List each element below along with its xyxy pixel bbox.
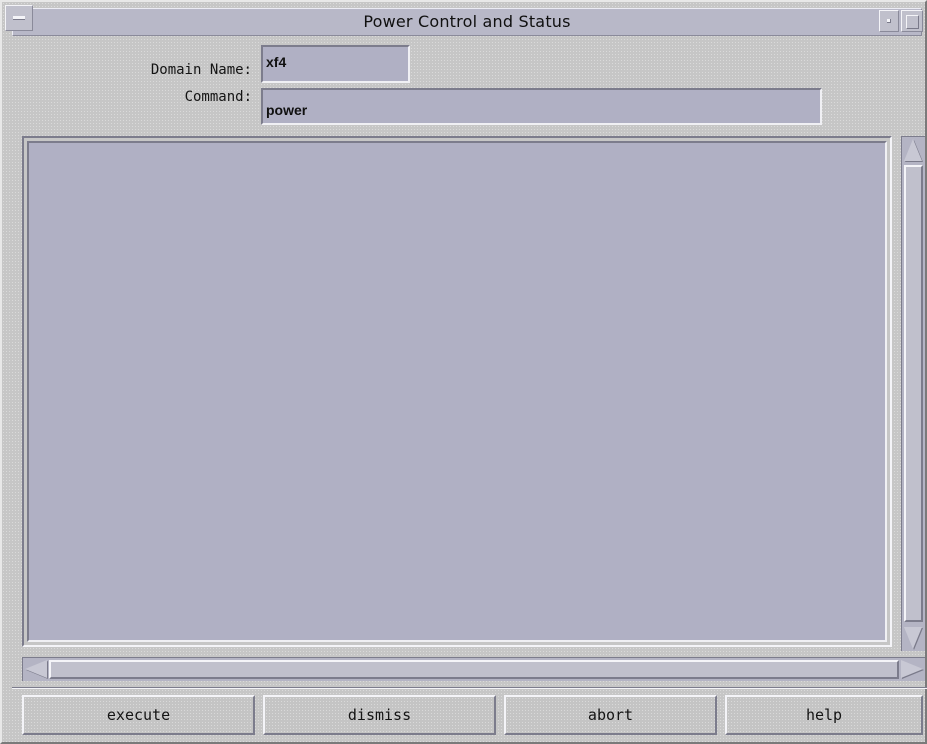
scroll-left-arrow-icon[interactable] [25,660,47,678]
maximize-button[interactable] [901,10,923,32]
maximize-icon [906,15,919,29]
vertical-scroll-thumb[interactable] [904,165,923,622]
domain-name-label: Domain Name: [150,62,252,78]
minimize-icon [887,19,891,23]
scroll-down-arrow-icon[interactable] [904,627,922,649]
command-label: Command: [184,89,252,105]
minimize-button[interactable] [879,10,899,32]
vertical-scrollbar[interactable] [901,136,925,651]
abort-button[interactable]: abort [504,695,717,735]
output-text-area[interactable] [27,141,887,642]
power-control-window: Power Control and Status Domain Name: xf… [0,0,927,744]
domain-name-field[interactable]: xf4 [261,45,410,83]
scroll-up-arrow-icon[interactable] [904,139,922,161]
window-title: Power Control and Status [363,12,571,31]
horizontal-scrollbar[interactable] [22,657,925,681]
horizontal-scroll-thumb[interactable] [49,660,899,679]
command-field[interactable]: power [261,88,822,125]
output-frame [22,136,892,647]
separator [12,687,927,689]
execute-button[interactable]: execute [22,695,255,735]
title-bar[interactable]: Power Control and Status [5,5,923,36]
scroll-right-arrow-icon[interactable] [901,660,923,678]
help-button[interactable]: help [725,695,923,735]
dismiss-button[interactable]: dismiss [263,695,496,735]
